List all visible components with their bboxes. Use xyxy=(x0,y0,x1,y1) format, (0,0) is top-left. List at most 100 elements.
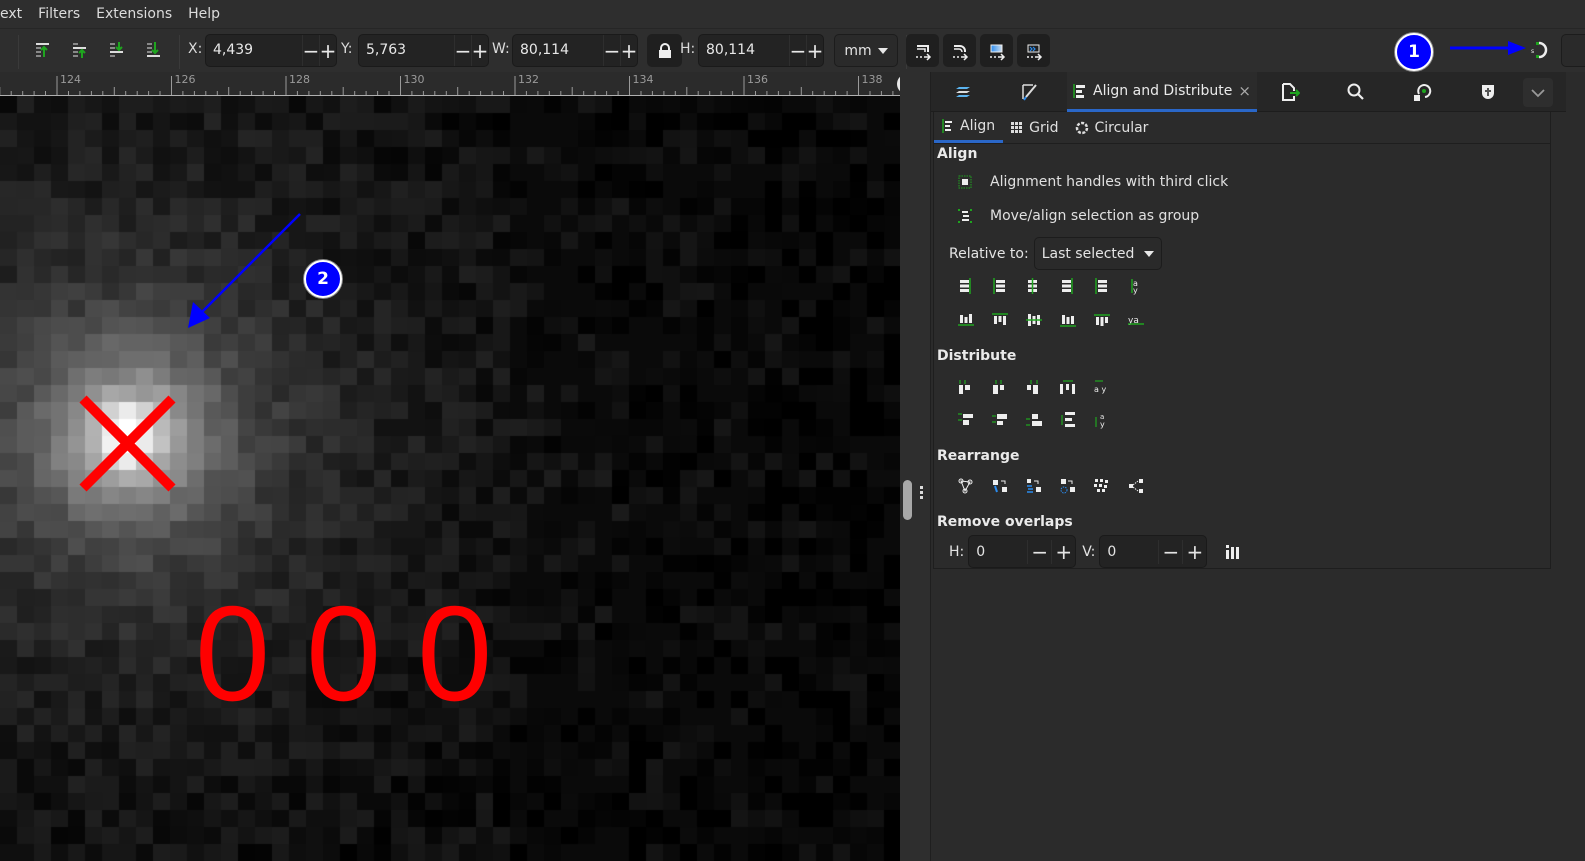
menu-filters[interactable]: Filters xyxy=(30,0,88,28)
tab-find[interactable] xyxy=(1323,72,1389,112)
distribute-bottom-edges-button[interactable] xyxy=(1024,410,1044,430)
x-value[interactable]: 4,439 xyxy=(206,35,302,66)
align-left-edges-button[interactable] xyxy=(990,276,1010,296)
move-gradients-button[interactable] xyxy=(980,34,1013,67)
x-increment-button[interactable]: + xyxy=(319,35,336,66)
lock-icon xyxy=(658,42,671,58)
align-left-to-right-edge-button[interactable] xyxy=(1092,276,1112,296)
distribute-left-edges-icon xyxy=(959,380,970,394)
canvas-scroll-strip xyxy=(900,72,930,861)
exchange-stacking-order-button[interactable] xyxy=(1024,476,1044,496)
center-vertical-axis-button[interactable] xyxy=(1024,276,1044,296)
center-vertical-axis-icon xyxy=(1028,278,1037,294)
align-right-edges-button[interactable] xyxy=(1058,276,1078,296)
tab-fill-stroke[interactable] xyxy=(997,72,1063,112)
subtab-align[interactable]: Align xyxy=(934,112,1004,143)
distribute-text-anchors-vertical-icon: ay xyxy=(1095,413,1105,429)
align-text-anchors-horizontal-button[interactable]: ay xyxy=(1126,276,1146,296)
distribute-text-anchors-horizontal-button[interactable]: a y xyxy=(1092,377,1112,397)
overlap-v-increment[interactable]: + xyxy=(1182,539,1206,564)
menu-extensions[interactable]: Extensions xyxy=(88,0,180,28)
distribute-vertical-gaps-button[interactable] xyxy=(1058,410,1078,430)
ruler-label: 136 xyxy=(747,73,768,86)
distribute-centers-horizontal-button[interactable] xyxy=(990,377,1010,397)
tab-align-distribute[interactable]: Align and Distribute × xyxy=(1067,72,1257,112)
distribute-left-edges-button[interactable] xyxy=(956,377,976,397)
distribute-top-edges-button[interactable] xyxy=(956,410,976,430)
graph-layout-icon xyxy=(958,478,973,494)
drawing-canvas[interactable]: 2 000 xyxy=(0,96,900,861)
h-decrement-button[interactable]: − xyxy=(789,35,806,66)
h-value[interactable]: 80,114 xyxy=(699,35,789,66)
align-bottom-to-top-edge-button[interactable] xyxy=(956,310,976,330)
randomize-centers-button[interactable] xyxy=(1092,476,1112,496)
tab-layers[interactable] xyxy=(931,72,997,112)
unclump-button[interactable] xyxy=(1126,476,1146,496)
distribute-centers-vertical-button[interactable] xyxy=(990,410,1010,430)
align-right-to-left-edge-button[interactable] xyxy=(956,276,976,296)
close-tab-icon[interactable]: × xyxy=(1238,82,1251,100)
circular-icon xyxy=(1075,121,1088,134)
tab-transform[interactable] xyxy=(1389,72,1455,112)
align-text-baselines-button[interactable]: ya xyxy=(1126,310,1146,330)
overlap-h-value[interactable]: 0 xyxy=(969,544,1027,560)
overlap-h-increment[interactable]: + xyxy=(1051,539,1075,564)
w-decrement-button[interactable]: − xyxy=(603,35,620,66)
graph-layout-button[interactable] xyxy=(956,476,976,496)
distribute-horizontal-gaps-button[interactable] xyxy=(1058,377,1078,397)
w-value[interactable]: 80,114 xyxy=(513,35,603,66)
subtab-circular[interactable]: Circular xyxy=(1067,112,1157,143)
x-decrement-button[interactable]: − xyxy=(302,35,319,66)
vertical-scrollbar-thumb[interactable] xyxy=(903,480,912,520)
raise-icon[interactable] xyxy=(70,40,90,60)
tab-align-label: Align and Distribute xyxy=(1093,82,1233,99)
y-decrement-button[interactable]: − xyxy=(454,35,471,66)
overlap-v-decrement[interactable]: − xyxy=(1158,539,1182,564)
x-field[interactable]: 4,439 − + xyxy=(205,34,337,67)
y-field[interactable]: 5,763 − + xyxy=(358,34,489,67)
move-patterns-button[interactable] xyxy=(1017,34,1050,67)
tab-document-properties[interactable] xyxy=(1455,72,1521,112)
raise-to-top-icon[interactable] xyxy=(33,40,53,60)
overlap-h-decrement[interactable]: − xyxy=(1027,539,1051,564)
align-bottom-edges-button[interactable] xyxy=(1058,310,1078,330)
exchange-around-center-button[interactable] xyxy=(1058,476,1078,496)
alignment-handles-toggle[interactable]: Alignment handles with third click xyxy=(958,174,1228,190)
lower-icon[interactable] xyxy=(107,40,127,60)
scale-stroke-button[interactable] xyxy=(906,34,939,67)
distribute-right-edges-button[interactable] xyxy=(1024,377,1044,397)
lower-to-bottom-icon[interactable] xyxy=(144,40,164,60)
snap-toggle-icon[interactable]: s xyxy=(1529,39,1551,61)
move-as-group-toggle[interactable]: Move/align selection as group xyxy=(958,208,1199,224)
remove-overlaps-icon[interactable] xyxy=(1225,544,1241,560)
overlap-v-value[interactable]: 0 xyxy=(1100,544,1158,560)
horizontal-ruler[interactable]: 12412612813013213413613814014214414 1:1 xyxy=(0,72,905,96)
y-increment-button[interactable]: + xyxy=(471,35,488,66)
align-top-to-bottom-edge-button[interactable] xyxy=(1092,310,1112,330)
y-value[interactable]: 5,763 xyxy=(359,35,454,66)
exchange-selection-order-button[interactable] xyxy=(990,476,1010,496)
lock-ratio-button[interactable] xyxy=(647,34,682,67)
snap-options-button[interactable] xyxy=(1561,34,1585,67)
annotation-badge-2: 2 xyxy=(304,260,342,298)
w-increment-button[interactable]: + xyxy=(620,35,637,66)
w-field[interactable]: 80,114 − + xyxy=(512,34,638,67)
panel-resize-handle[interactable] xyxy=(920,486,924,499)
overlap-h-field[interactable]: 0 − + xyxy=(968,535,1077,568)
relative-to-dropdown[interactable]: Last selected xyxy=(1033,237,1162,270)
unit-dropdown[interactable]: mm xyxy=(834,34,898,67)
align-top-edges-button[interactable] xyxy=(990,310,1010,330)
exchange-selection-order-icon xyxy=(993,480,1007,493)
h-increment-button[interactable]: + xyxy=(806,35,823,66)
align-distribute-icon xyxy=(1073,83,1086,98)
menu-help[interactable]: Help xyxy=(180,0,228,28)
overlap-v-field[interactable]: 0 − + xyxy=(1099,535,1208,568)
distribute-text-anchors-vertical-button[interactable]: ay xyxy=(1092,410,1112,430)
subtab-grid[interactable]: Grid xyxy=(1003,112,1066,143)
center-horizontal-axis-button[interactable] xyxy=(1024,310,1044,330)
menu-text[interactable]: ext xyxy=(0,0,30,28)
h-field[interactable]: 80,114 − + xyxy=(698,34,824,67)
tab-overflow-button[interactable] xyxy=(1523,78,1553,107)
tab-export[interactable] xyxy=(1257,72,1323,112)
scale-corners-button[interactable] xyxy=(943,34,976,67)
